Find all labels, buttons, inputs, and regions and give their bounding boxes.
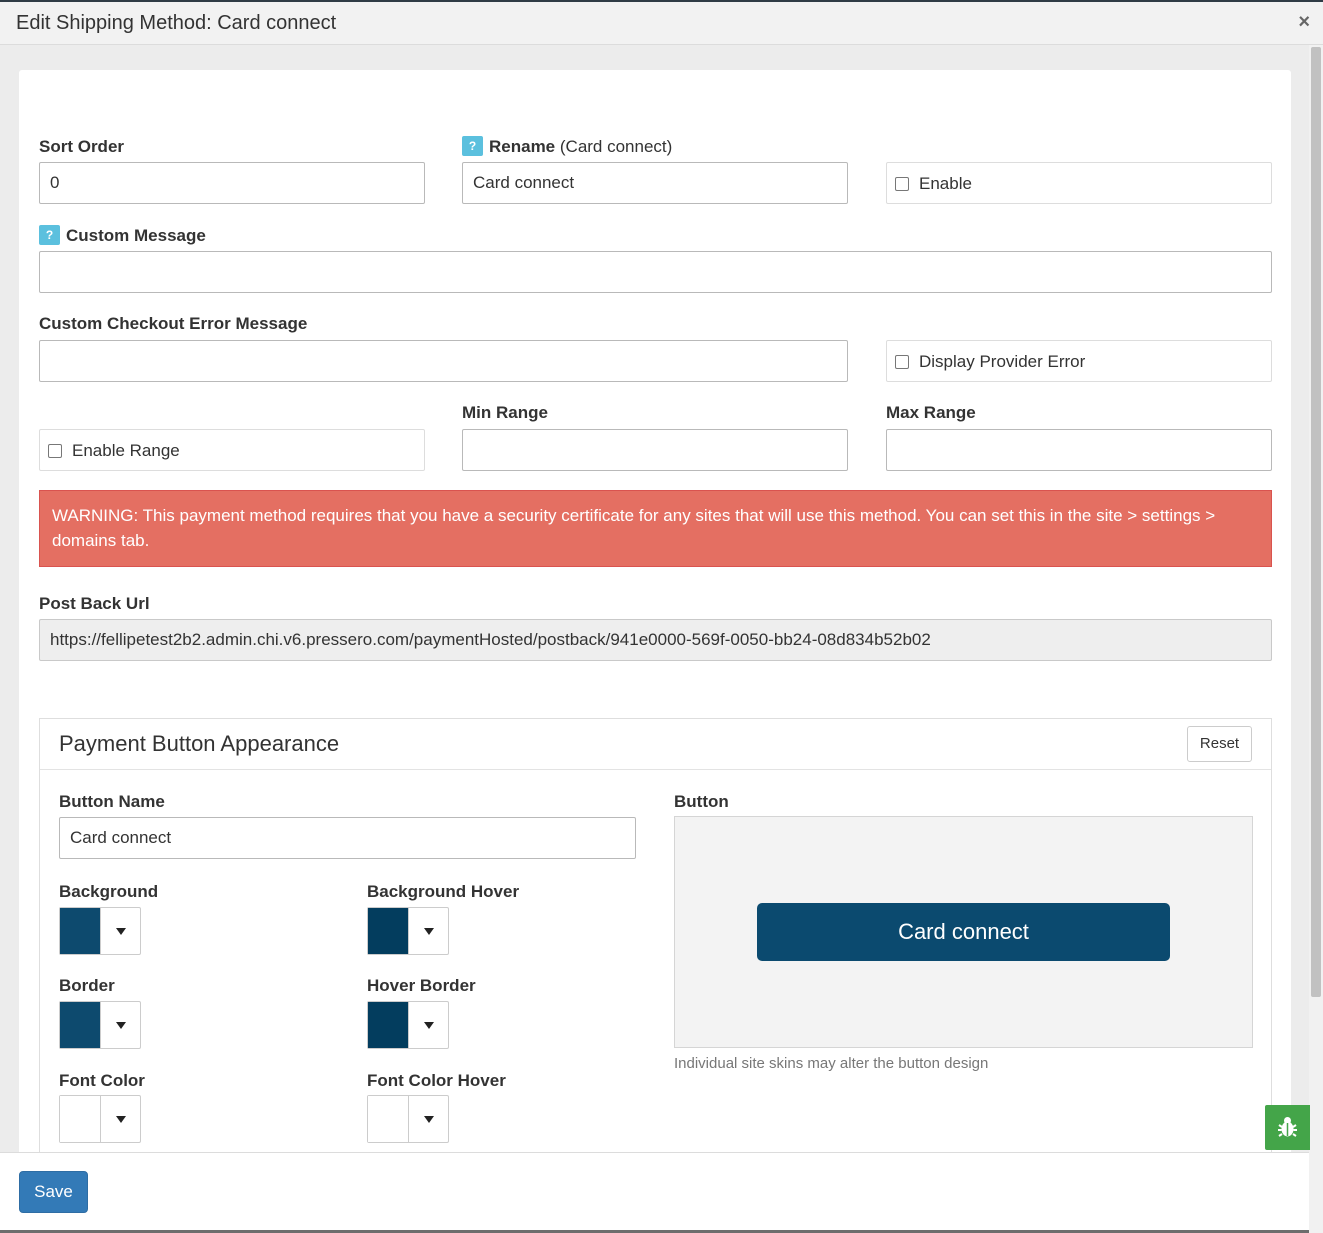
caret-down-icon <box>424 1022 434 1029</box>
panel-header: Payment Button Appearance Reset <box>40 719 1271 770</box>
rename-label: Rename <box>489 137 556 156</box>
button-preview-area: Card connect <box>674 816 1253 1048</box>
checkout-error-label: Custom Checkout Error Message <box>39 314 308 333</box>
button-preview-label: Button <box>674 792 729 811</box>
min-range-input[interactable] <box>462 429 848 471</box>
color-swatch <box>368 1002 408 1048</box>
reset-button[interactable]: Reset <box>1187 726 1252 762</box>
dialog-footer: Save <box>0 1152 1309 1233</box>
hover-border-label: Hover Border <box>367 976 476 995</box>
display-provider-error-label: Display Provider Error <box>919 352 1086 371</box>
enable-range-label: Enable Range <box>72 441 180 460</box>
rename-input[interactable]: Card connect <box>462 162 848 204</box>
caret-down-icon <box>116 1022 126 1029</box>
bug-icon <box>1278 1117 1297 1137</box>
caret-down-icon <box>424 928 434 935</box>
vertical-scrollbar[interactable] <box>1309 45 1323 1233</box>
enable-label: Enable <box>919 174 972 193</box>
border-label: Border <box>59 976 115 995</box>
preview-payment-button[interactable]: Card connect <box>757 903 1170 961</box>
scrollbar-thumb[interactable] <box>1311 47 1321 997</box>
caret-down-icon <box>116 928 126 935</box>
enable-range-group[interactable]: Enable Range <box>39 429 425 471</box>
dialog-title: Edit Shipping Method: Card connect <box>16 12 337 34</box>
dialog-body: Sort Order 0 ? Rename (Card connect) Card… <box>0 45 1309 1152</box>
warning-alert: WARNING: This payment method requires th… <box>39 490 1272 567</box>
font-color-hover-picker[interactable] <box>367 1095 449 1143</box>
sort-order-label: Sort Order <box>39 137 125 156</box>
font-color-hover-label: Font Color Hover <box>367 1071 506 1090</box>
max-range-label: Max Range <box>886 403 976 422</box>
display-provider-error-group[interactable]: Display Provider Error <box>886 340 1272 382</box>
rename-label-group: ? Rename (Card connect) <box>462 135 673 158</box>
checkout-error-input[interactable] <box>39 340 848 382</box>
enable-range-checkbox[interactable] <box>48 444 62 458</box>
form-card: Sort Order 0 ? Rename (Card connect) Card… <box>19 70 1291 1152</box>
button-name-label: Button Name <box>59 792 165 811</box>
custom-message-label-group: ? Custom Message <box>39 224 206 247</box>
background-hover-label: Background Hover <box>367 882 520 901</box>
help-icon[interactable]: ? <box>39 224 60 245</box>
enable-checkbox[interactable] <box>895 177 909 191</box>
caret-down-icon <box>424 1116 434 1123</box>
border-color-picker[interactable] <box>59 1001 141 1049</box>
custom-message-label: Custom Message <box>66 226 206 245</box>
close-icon[interactable]: × <box>1298 11 1310 34</box>
panel-title: Payment Button Appearance <box>59 731 340 756</box>
color-swatch <box>368 908 408 954</box>
enable-checkbox-group[interactable]: Enable <box>886 162 1272 204</box>
sort-order-input[interactable]: 0 <box>39 162 425 204</box>
save-button[interactable]: Save <box>19 1171 88 1213</box>
min-range-label: Min Range <box>462 403 548 422</box>
hover-border-color-picker[interactable] <box>367 1001 449 1049</box>
custom-message-input[interactable] <box>39 251 1272 293</box>
button-name-input[interactable]: Card connect <box>59 817 636 859</box>
background-label: Background <box>59 882 159 901</box>
display-provider-error-checkbox[interactable] <box>895 355 909 369</box>
color-swatch <box>60 1096 100 1142</box>
background-color-picker[interactable] <box>59 907 141 955</box>
max-range-input[interactable] <box>886 429 1272 471</box>
caret-down-icon <box>116 1116 126 1123</box>
color-swatch <box>60 1002 100 1048</box>
payment-button-appearance-panel: Payment Button Appearance Reset Button N… <box>39 718 1272 1152</box>
color-swatch <box>60 908 100 954</box>
post-back-label: Post Back Url <box>39 594 150 613</box>
font-color-label: Font Color <box>59 1071 145 1090</box>
bug-report-button[interactable] <box>1265 1105 1310 1150</box>
post-back-url-field[interactable]: https://fellipetest2b2.admin.chi.v6.pres… <box>39 619 1272 661</box>
color-swatch <box>368 1096 408 1142</box>
font-color-picker[interactable] <box>59 1095 141 1143</box>
help-icon[interactable]: ? <box>462 135 483 156</box>
rename-hint: (Card connect) <box>559 137 673 156</box>
background-hover-color-picker[interactable] <box>367 907 449 955</box>
skin-hint-text: Individual site skins may alter the butt… <box>674 1055 989 1072</box>
dialog-header: Edit Shipping Method: Card connect × <box>0 2 1323 45</box>
